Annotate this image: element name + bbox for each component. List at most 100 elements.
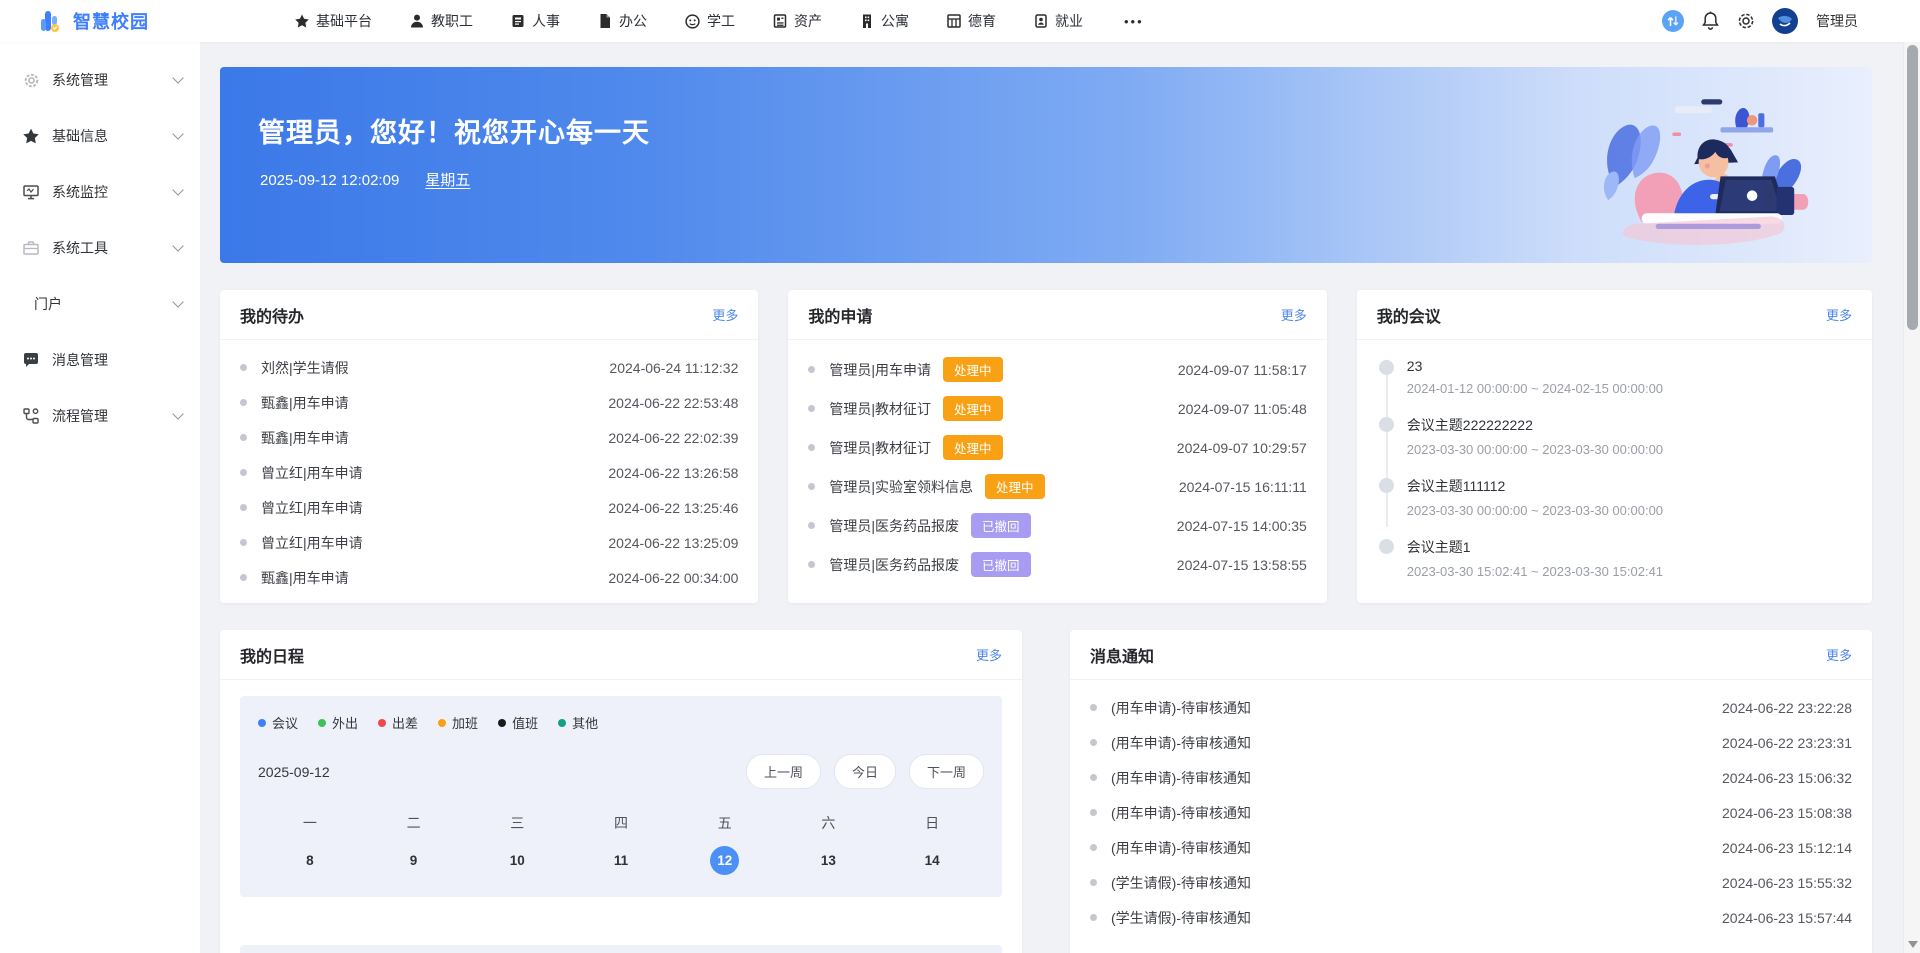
weekday-text: 星期五	[425, 172, 470, 189]
schedule-card: 我的日程 更多 会议 外出	[220, 630, 1022, 953]
meetings-more-link[interactable]: 更多	[1826, 305, 1852, 324]
chevron-down-icon	[172, 240, 183, 251]
todo-list-item[interactable]: 曾立红|用车申请 2024-06-22 13:25:09	[240, 525, 738, 560]
vertical-scrollbar	[1903, 42, 1920, 953]
todo-list-item[interactable]: 刘然|学生请假 2024-06-24 11:12:32	[240, 350, 738, 385]
todo-list-item[interactable]: 曾立红|用车申请 2024-06-22 13:26:58	[240, 455, 738, 490]
calendar-day-cell[interactable]: 12	[673, 846, 777, 875]
sidebar-item-system-monitor[interactable]: 系统监控	[0, 164, 200, 220]
todo-item-text: 甄鑫|用车申请	[261, 393, 598, 413]
scrollbar-down-arrow[interactable]	[1908, 941, 1918, 948]
nav-label: 人事	[532, 11, 560, 31]
scrollbar-thumb[interactable]	[1907, 45, 1918, 330]
application-item-text: 管理员|用车申请	[829, 360, 931, 380]
application-item-time: 2024-07-15 13:58:55	[1177, 557, 1307, 573]
prev-week-button[interactable]: 上一周	[746, 754, 821, 789]
todo-item-time: 2024-06-22 22:53:48	[608, 395, 738, 411]
meeting-item[interactable]: 23 2024-01-12 00:00:00 ~ 2024-02-15 00:0…	[1379, 358, 1852, 396]
todo-item-time: 2024-06-22 13:26:58	[608, 465, 738, 481]
bullet-dot	[1090, 914, 1097, 921]
todo-more-link[interactable]: 更多	[712, 305, 738, 324]
bullet-dot	[240, 469, 247, 476]
todo-list-item[interactable]: 甄鑫|用车申请 2024-06-22 22:02:39	[240, 420, 738, 455]
bullet-dot	[240, 399, 247, 406]
calendar-day-cell[interactable]: 10	[465, 846, 569, 875]
sidebar-item-system-management[interactable]: 系统管理	[0, 52, 200, 108]
notifications-button[interactable]	[1701, 11, 1720, 31]
next-week-button[interactable]: 下一周	[909, 754, 984, 789]
calendar-day-cell[interactable]: 8	[258, 846, 362, 875]
current-datetime: 2025-09-12 12:02:09	[260, 172, 399, 189]
notification-list-item[interactable]: (用车申请)-待审核通知 2024-06-23 15:08:38	[1090, 795, 1852, 830]
todo-list-item[interactable]: 曾立红|用车申请 2024-06-22 13:25:46	[240, 490, 738, 525]
notification-list-item[interactable]: (用车申请)-待审核通知 2024-06-22 23:23:31	[1090, 725, 1852, 760]
schedule-date: 2025-09-12	[258, 764, 330, 780]
notification-item-time: 2024-06-23 15:12:14	[1722, 840, 1852, 856]
nav-item-staff[interactable]: 教职工	[395, 0, 488, 42]
nav-item-moral[interactable]: 德育	[932, 0, 1011, 42]
sidebar-item-message-management[interactable]: 消息管理	[0, 332, 200, 388]
nav-item-apartment[interactable]: 公寓	[845, 0, 924, 42]
nav-item-student[interactable]: 学工	[670, 0, 750, 42]
calendar-day-cell[interactable]: 13	[777, 846, 881, 875]
sidebar-item-portal[interactable]: 门户	[0, 276, 200, 332]
notification-list-item[interactable]: (学生请假)-待审核通知 2024-06-23 15:55:32	[1090, 865, 1852, 900]
nav-more-button[interactable]: •••	[1106, 14, 1162, 29]
meeting-title: 23	[1407, 358, 1852, 374]
weekday-label: 一	[258, 813, 362, 833]
todo-list-item[interactable]: 甄鑫|用车申请 2024-06-22 00:34:00	[240, 560, 738, 595]
legend-dot-icon	[258, 719, 266, 727]
application-list-item[interactable]: 管理员|医务药品报废 已撤回 2024-07-15 14:00:35	[808, 506, 1306, 545]
username-label[interactable]: 管理员	[1816, 11, 1858, 31]
settings-button[interactable]	[1736, 11, 1756, 31]
nav-item-assets[interactable]: 资产	[758, 0, 837, 42]
timeline-dot	[1379, 539, 1394, 554]
toolbox-icon	[22, 240, 40, 256]
calendar-day-cell[interactable]: 14	[880, 846, 984, 875]
application-list-item[interactable]: 管理员|用车申请 处理中 2024-09-07 11:58:17	[808, 350, 1306, 389]
notification-list-item[interactable]: (用车申请)-待审核通知 2024-06-23 15:06:32	[1090, 760, 1852, 795]
notification-list-item[interactable]: (用车申请)-待审核通知 2024-06-23 15:12:14	[1090, 830, 1852, 865]
application-list-item[interactable]: 管理员|医务药品报废 已撤回 2024-07-15 13:58:55	[808, 545, 1306, 584]
nav-item-office[interactable]: 办公	[583, 0, 662, 42]
calendar-day-number: 9	[399, 846, 428, 875]
meeting-item[interactable]: 会议主题222222222 2023-03-30 00:00:00 ~ 2023…	[1379, 415, 1852, 457]
chevron-down-icon	[172, 72, 183, 83]
calendar-day-cell[interactable]: 9	[362, 846, 466, 875]
schedule-legend: 会议 外出 出差	[258, 713, 984, 732]
application-list-item[interactable]: 管理员|实验室领料信息 处理中 2024-07-15 16:11:11	[808, 467, 1306, 506]
chevron-down-icon	[172, 296, 183, 307]
applications-card-title: 我的申请	[808, 303, 872, 327]
calendar-day-cell[interactable]: 11	[569, 846, 673, 875]
sidebar-item-system-tools[interactable]: 系统工具	[0, 220, 200, 276]
avatar-logo-icon	[1772, 8, 1798, 34]
applications-more-link[interactable]: 更多	[1281, 305, 1307, 324]
timeline-dot	[1379, 417, 1394, 432]
sidebar-label: 基础信息	[52, 126, 108, 146]
meeting-item[interactable]: 会议主题111112 2023-03-30 00:00:00 ~ 2023-03…	[1379, 476, 1852, 518]
sidebar-item-process-management[interactable]: 流程管理	[0, 388, 200, 444]
brand-logo[interactable]: 智慧校园	[0, 8, 212, 34]
application-list-item[interactable]: 管理员|教材征订 处理中 2024-09-07 11:05:48	[808, 389, 1306, 428]
schedule-more-link[interactable]: 更多	[976, 645, 1002, 664]
meeting-time-range: 2024-01-12 00:00:00 ~ 2024-02-15 00:00:0…	[1407, 381, 1852, 396]
notifications-more-link[interactable]: 更多	[1826, 645, 1852, 664]
todo-list-item[interactable]: 甄鑫|用车申请 2024-06-22 22:53:48	[240, 385, 738, 420]
nav-item-hr[interactable]: 人事	[496, 0, 575, 42]
status-badge: 处理中	[943, 396, 1003, 421]
notification-list-item[interactable]: (用车申请)-待审核通知 2024-06-22 23:22:28	[1090, 690, 1852, 725]
size-switch-button[interactable]	[1661, 9, 1685, 33]
legend-label: 加班	[452, 713, 478, 732]
sidebar-item-basic-info[interactable]: 基础信息	[0, 108, 200, 164]
nav-item-platform[interactable]: 基础平台	[280, 0, 387, 42]
notification-list-item[interactable]: (学生请假)-待审核通知 2024-06-23 15:57:44	[1090, 900, 1852, 935]
user-avatar[interactable]	[1772, 8, 1798, 34]
bullet-dot	[1090, 774, 1097, 781]
nav-item-employment[interactable]: 就业	[1019, 0, 1098, 42]
meeting-item[interactable]: 会议主题1 2023-03-30 15:02:41 ~ 2023-03-30 1…	[1379, 537, 1852, 579]
today-button[interactable]: 今日	[834, 754, 896, 789]
asset-list-icon	[773, 14, 787, 28]
meeting-time-range: 2023-03-30 00:00:00 ~ 2023-03-30 00:00:0…	[1407, 442, 1852, 457]
legend-dot-icon	[438, 719, 446, 727]
application-list-item[interactable]: 管理员|教材征订 处理中 2024-09-07 10:29:57	[808, 428, 1306, 467]
